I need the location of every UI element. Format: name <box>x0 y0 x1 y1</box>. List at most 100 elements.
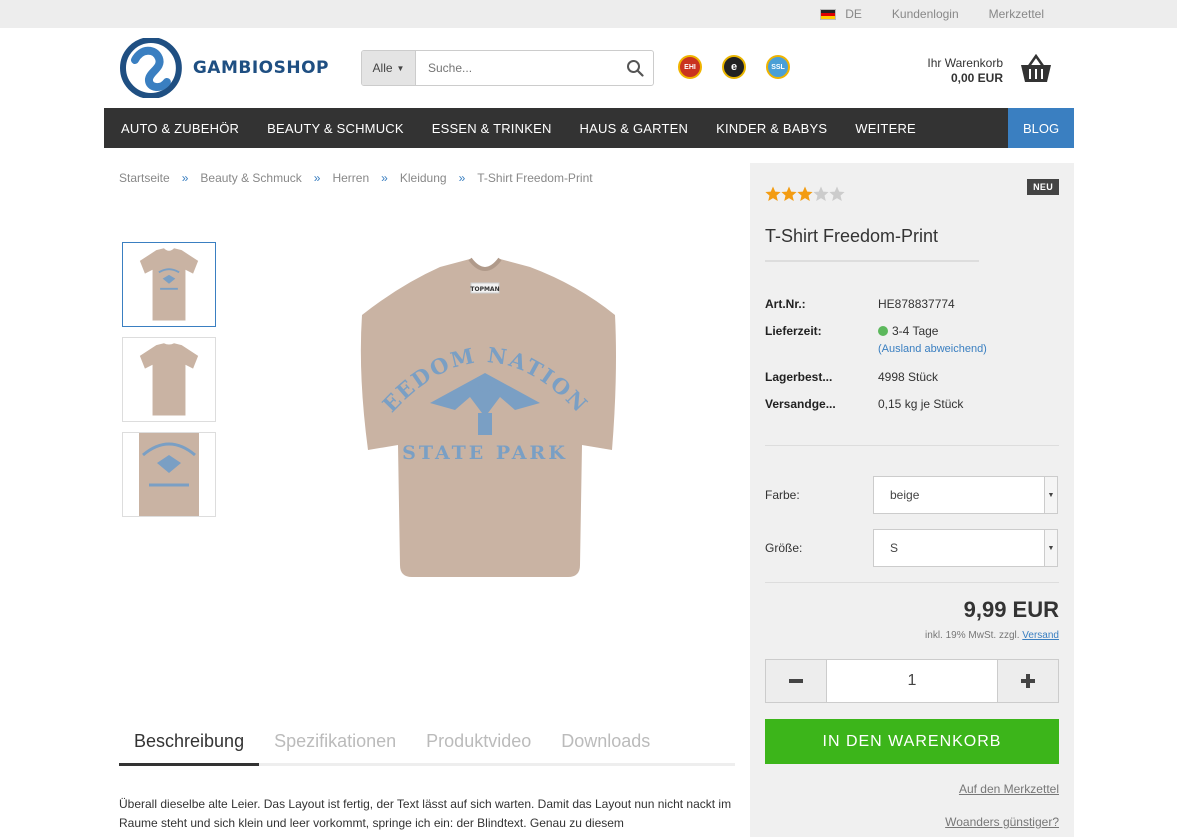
color-value: beige <box>890 488 920 502</box>
nav-item-haus[interactable]: HAUS & GARTEN <box>567 108 704 148</box>
nav-item-weitere[interactable]: WEITERE <box>842 108 931 148</box>
search-bar: Alle ▼ <box>361 50 654 86</box>
breadcrumb-current: T-Shirt Freedom-Print <box>477 171 593 185</box>
basket-icon <box>1021 54 1051 82</box>
breadcrumb-separator: » <box>381 171 388 185</box>
tshirt-front-thumbnail <box>139 247 199 320</box>
trust-badges: EHI e SSL <box>678 55 790 79</box>
divider <box>765 582 1059 583</box>
tshirt-label-text: TOPMAN <box>470 286 499 293</box>
search-category-label: Alle <box>372 61 393 75</box>
add-to-cart-button[interactable]: IN DEN WARENKORB <box>765 719 1059 764</box>
spec-value: 4998 Stück <box>878 370 939 384</box>
ssl-seal-icon[interactable]: SSL <box>766 55 790 79</box>
tshirt-print-bottom: STATE PARK <box>402 442 568 464</box>
product-thumbnail-front[interactable] <box>122 242 216 327</box>
spec-row-art: Art.Nr.: HE878837774 <box>765 297 1059 313</box>
tshirt-image: TOPMAN FREEDOM NATIONAL STATE PARK <box>330 225 616 577</box>
trusted-shops-icon[interactable]: e <box>722 55 746 79</box>
product-tabs: Beschreibung Spezifikationen Produktvide… <box>119 720 735 766</box>
logo-icon <box>120 38 182 98</box>
breadcrumb-beauty[interactable]: Beauty & Schmuck <box>200 171 301 185</box>
rating-stars[interactable] <box>765 186 845 202</box>
nav-item-auto[interactable]: AUTO & ZUBEHÖR <box>104 108 254 148</box>
tshirt-back-thumbnail <box>139 342 199 415</box>
increase-quantity-button[interactable] <box>998 660 1058 702</box>
main-navigation: AUTO & ZUBEHÖR BEAUTY & SCHMUCK ESSEN & … <box>104 108 1074 148</box>
color-select[interactable]: beige ▼ <box>873 476 1058 514</box>
product-main-image[interactable]: TOPMAN FREEDOM NATIONAL STATE PARK <box>330 225 630 605</box>
breadcrumb-separator: » <box>181 171 189 185</box>
new-badge: NEU <box>1027 179 1059 195</box>
quantity-input[interactable]: 1 <box>826 660 998 702</box>
product-specs: Art.Nr.: HE878837774 Lieferzeit: 3-4 Tag… <box>765 297 1059 424</box>
german-flag-icon <box>820 8 837 20</box>
tab-beschreibung[interactable]: Beschreibung <box>119 720 260 766</box>
divider <box>765 445 1059 446</box>
size-label: Größe: <box>765 541 803 555</box>
color-label: Farbe: <box>765 488 800 502</box>
product-thumbnail-back[interactable] <box>122 337 216 422</box>
spec-label: Lieferzeit: <box>765 324 822 338</box>
title-divider <box>765 260 979 262</box>
tshirt-print-detail-thumbnail <box>139 433 199 516</box>
cart-total: 0,00 EUR <box>950 71 1003 85</box>
color-option: Farbe: beige ▼ <box>765 476 1059 514</box>
spec-value: 0,15 kg je Stück <box>878 397 964 411</box>
size-option: Größe: S ▼ <box>765 529 1059 567</box>
product-title: T-Shirt Freedom-Print <box>765 226 939 246</box>
chevron-down-icon: ▼ <box>1044 477 1057 513</box>
search-category-select[interactable]: Alle ▼ <box>362 51 416 85</box>
plus-icon <box>1021 674 1035 688</box>
chevron-down-icon: ▼ <box>1044 530 1057 566</box>
header-cart[interactable]: Ihr Warenkorb 0,00 EUR <box>900 52 1055 88</box>
chevron-down-icon: ▼ <box>396 63 405 73</box>
shipping-link[interactable]: Versand <box>1022 630 1059 641</box>
breadcrumb-separator: » <box>458 171 466 185</box>
spec-label: Lagerbest... <box>765 370 833 384</box>
tab-produktvideo[interactable]: Produktvideo <box>411 720 546 763</box>
breadcrumb-kleidung[interactable]: Kleidung <box>400 171 447 185</box>
ehi-seal-icon[interactable]: EHI <box>678 55 702 79</box>
spec-row-delivery: Lieferzeit: 3-4 Tage (Ausland abweichend… <box>765 324 1059 355</box>
product-price: 9,99 EUR <box>963 597 1059 622</box>
spec-label: Versandge... <box>765 397 836 411</box>
cart-label: Ihr Warenkorb <box>927 56 1003 70</box>
minus-icon <box>789 679 803 683</box>
search-input[interactable] <box>416 51 617 85</box>
nav-item-beauty[interactable]: BEAUTY & SCHMUCK <box>254 108 419 148</box>
product-description: Überall dieselbe alte Leier. Das Layout … <box>119 797 732 830</box>
breadcrumb: Startseite » Beauty & Schmuck » Herren »… <box>119 171 593 185</box>
quantity-stepper: 1 <box>765 659 1059 703</box>
size-select[interactable]: S ▼ <box>873 529 1058 567</box>
spec-value: HE878837774 <box>878 297 955 311</box>
spec-row-stock: Lagerbest... 4998 Stück <box>765 370 1059 386</box>
availability-dot-icon <box>878 326 888 336</box>
size-value: S <box>890 541 899 555</box>
tab-downloads[interactable]: Downloads <box>546 720 665 763</box>
tab-spezifikationen[interactable]: Spezifikationen <box>259 720 411 763</box>
login-link[interactable]: Kundenlogin <box>892 7 959 21</box>
logo-text: GAMBIOSHOP <box>192 58 329 78</box>
tax-info: inkl. 19% MwSt. zzgl. Versand <box>925 630 1059 641</box>
product-thumbnail-detail[interactable] <box>122 432 216 517</box>
decrease-quantity-button[interactable] <box>766 660 826 702</box>
abroad-note-link[interactable]: (Ausland abweichend) <box>878 343 987 355</box>
nav-item-essen[interactable]: ESSEN & TRINKEN <box>419 108 567 148</box>
shop-logo[interactable]: GAMBIOSHOP <box>119 38 329 98</box>
breadcrumb-herren[interactable]: Herren <box>332 171 369 185</box>
language-label: DE <box>845 7 862 21</box>
language-selector[interactable]: DE <box>820 7 862 21</box>
search-button[interactable] <box>617 51 653 85</box>
wishlist-link[interactable]: Merkzettel <box>989 7 1044 21</box>
nav-item-blog[interactable]: BLOG <box>1008 108 1074 148</box>
spec-row-weight: Versandge... 0,15 kg je Stück <box>765 397 1059 413</box>
star-rating-icon <box>765 186 845 201</box>
breadcrumb-home[interactable]: Startseite <box>119 171 170 185</box>
spec-value-delivery: 3-4 Tage (Ausland abweichend) <box>878 324 987 355</box>
cheaper-elsewhere-link[interactable]: Woanders günstiger? <box>945 815 1059 829</box>
add-to-wishlist-link[interactable]: Auf den Merkzettel <box>959 782 1059 796</box>
breadcrumb-separator: » <box>313 171 321 185</box>
nav-item-kinder[interactable]: KINDER & BABYS <box>703 108 842 148</box>
search-icon <box>627 60 644 77</box>
